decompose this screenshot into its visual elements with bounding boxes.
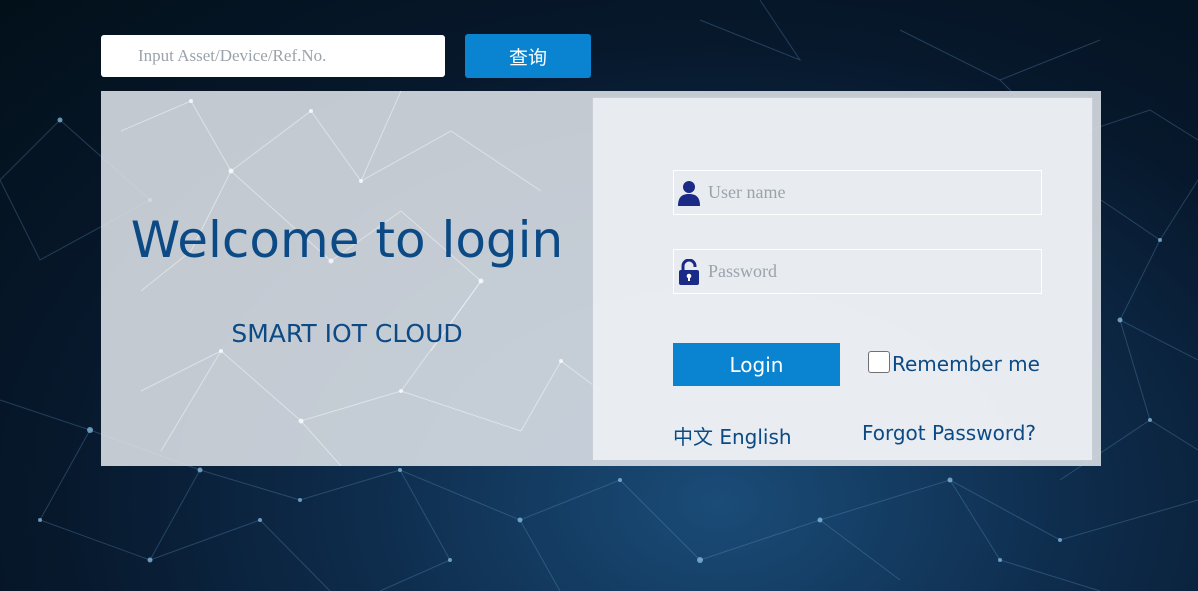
- lang-english-link[interactable]: English: [719, 425, 791, 449]
- user-icon: [678, 181, 700, 206]
- password-field: [673, 249, 1042, 294]
- asset-search-input[interactable]: [101, 35, 445, 77]
- welcome-title: Welcome to login: [130, 211, 564, 269]
- welcome-subtitle: SMART IOT CLOUD: [231, 319, 463, 348]
- lock-icon: [679, 259, 699, 285]
- language-switcher: 中文 English: [673, 421, 792, 450]
- search-button[interactable]: 查询: [465, 34, 591, 78]
- remember-me-checkbox[interactable]: [868, 351, 890, 373]
- login-button[interactable]: Login: [673, 343, 840, 386]
- login-form: Login Remember me 中文 English Forgot Pass…: [592, 97, 1093, 461]
- remember-me: Remember me: [868, 349, 1040, 379]
- password-input[interactable]: [708, 250, 1038, 293]
- remember-me-label[interactable]: Remember me: [892, 352, 1040, 376]
- lang-chinese-link[interactable]: 中文: [673, 425, 713, 449]
- forgot-password-link[interactable]: Forgot Password?: [862, 421, 1036, 445]
- username-field: [673, 170, 1042, 215]
- username-input[interactable]: [708, 171, 1038, 214]
